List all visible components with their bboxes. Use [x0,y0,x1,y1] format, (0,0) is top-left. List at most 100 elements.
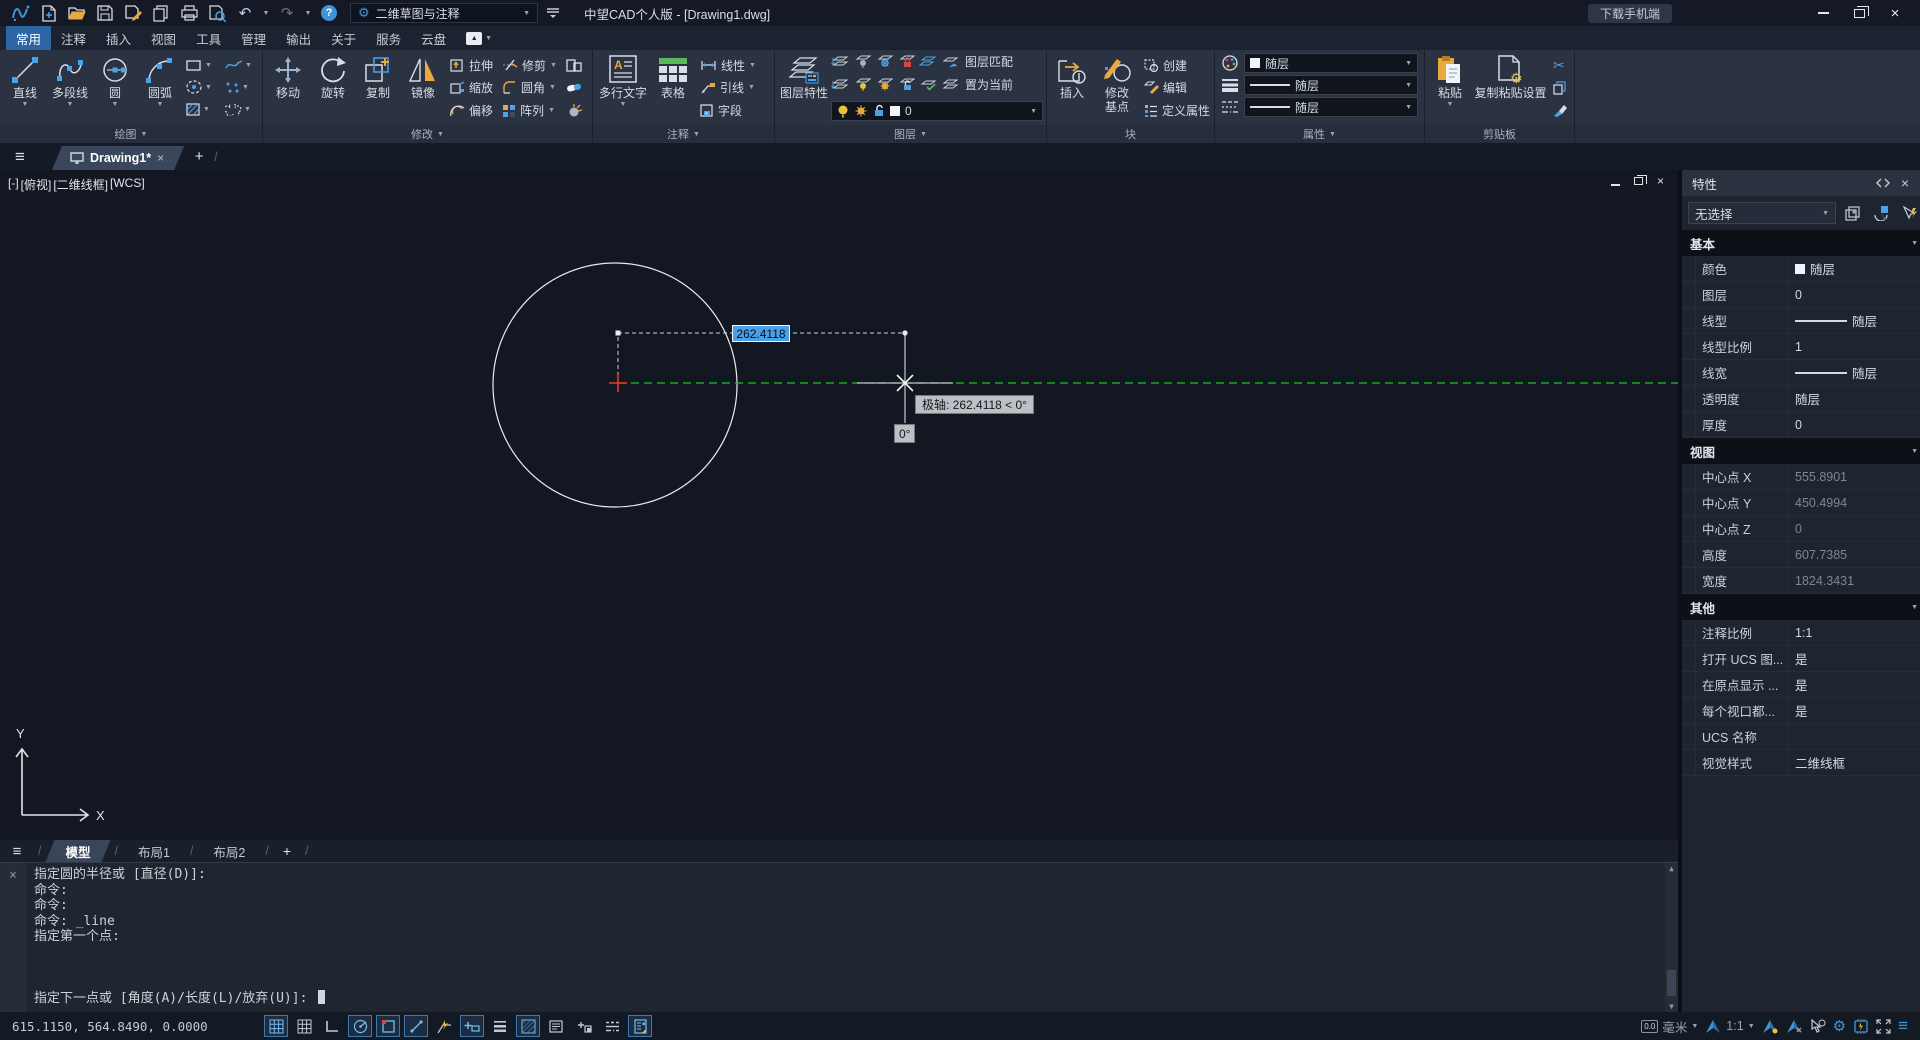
annotation-scale-control[interactable]: 1:1 ▼ [1705,1019,1754,1034]
dynamic-ucs-toggle[interactable] [432,1015,456,1037]
hardware-acceleration-icon[interactable] [1853,1019,1869,1034]
save-icon[interactable] [92,2,118,24]
selection-cycling-toggle[interactable] [572,1015,596,1037]
minimize-button[interactable] [1806,2,1840,24]
prop-row-center-y[interactable]: 中心点 Y450.4994 [1682,490,1920,516]
set-current-button[interactable]: 置为当前 [963,78,1015,92]
insert-block-button[interactable]: 插入 [1050,52,1094,123]
layer-freeze-icon[interactable] [875,55,894,68]
prop-row-center-x[interactable]: 中心点 X555.8901 [1682,464,1920,490]
lineweight-dropdown[interactable]: 随层 ▼ [1244,75,1418,95]
prop-row-ucs-icon-on[interactable]: 打开 UCS 图...是 [1682,646,1920,672]
new-file-icon[interactable] [36,2,62,24]
panel-close-icon[interactable]: × [1894,172,1916,194]
section-basic[interactable]: 基本▼ [1682,230,1920,256]
prop-row-visual-style[interactable]: 视觉样式二维线框 [1682,750,1920,776]
spline-button[interactable]: ▼ [222,54,259,76]
circle-button[interactable]: 圆▼ [93,52,137,123]
ribbon-collapse-control[interactable]: ▲ ▼ [466,26,492,50]
dynamic-dim-input[interactable]: 262.4118 [732,325,790,342]
add-layout-button[interactable]: + [273,843,301,859]
select-objects-icon[interactable] [1870,202,1892,224]
otrack-toggle[interactable] [404,1015,428,1037]
viewport-minimize-icon[interactable] [1611,184,1620,186]
annotation-visibility-icon[interactable] [1762,1019,1779,1034]
linear-dim-button[interactable]: 线性▼ [698,55,758,75]
model-canvas[interactable]: Y X [-] [俯视] [二维线框] [WCS] × 262.4118 极轴:… [0,170,1678,840]
format-painter-button[interactable] [1551,100,1569,120]
scale-button[interactable]: 缩放 [448,78,495,98]
layer-on-icon[interactable] [853,78,872,91]
doc-tab-drawing1[interactable]: Drawing1* × [52,146,184,170]
layer-thaw-icon[interactable] [875,78,894,91]
fullscreen-icon[interactable] [1876,1019,1891,1034]
hatch-button[interactable]: ▼ [183,99,220,121]
section-other[interactable]: 其他▼ [1682,594,1920,620]
dynamic-input-toggle[interactable] [460,1015,484,1037]
edit-block-button[interactable]: 编辑 [1142,78,1212,98]
tab-view[interactable]: 视图 [141,26,186,50]
layer-dropdown[interactable]: 0 ▼ [831,101,1043,121]
prop-row-ltscale[interactable]: 线型比例1 [1682,334,1920,360]
define-attr-button[interactable]: 定义属性 [1142,100,1212,120]
prop-row-center-z[interactable]: 中心点 Z0 [1682,516,1920,542]
align-button[interactable] [564,55,584,75]
group-label-clipboard[interactable]: 剪贴板 [1425,125,1574,143]
layer-off-icon[interactable] [853,55,872,68]
print-icon[interactable] [176,2,202,24]
quick-properties-toggle[interactable] [544,1015,568,1037]
command-history[interactable]: 指定圆的半径或 [直径(D)]: 命令: 命令: 命令: _line 指定第一个… [26,863,1665,1012]
viewport-ucs-control[interactable]: [WCS] [110,176,145,193]
snap-toggle[interactable] [264,1015,288,1037]
annotation-autoscale-icon[interactable] [1786,1019,1803,1034]
tab-output[interactable]: 输出 [276,26,321,50]
layer-unlock-icon[interactable] [897,78,916,91]
viewport-close-icon[interactable]: × [1657,174,1664,188]
section-view[interactable]: 视图▼ [1682,438,1920,464]
move-button[interactable]: 移动 [266,52,310,123]
field-button[interactable]: A字段 [698,100,758,120]
download-mobile-button[interactable]: 下载手机端 [1588,4,1672,23]
transparency-toggle[interactable] [516,1015,540,1037]
tab-annotate[interactable]: 注释 [51,26,96,50]
command-close-icon[interactable]: × [9,868,17,1012]
undo-icon[interactable]: ↶ [232,2,258,24]
tab-model[interactable]: 模型 [45,840,110,862]
layer-match-button[interactable]: 图层匹配 [963,54,1015,68]
redo-icon[interactable]: ↷ [274,2,300,24]
copy-clip-button[interactable] [1551,78,1569,98]
tab-manage[interactable]: 管理 [231,26,276,50]
linetype-dropdown[interactable]: 随层 ▼ [1244,97,1418,117]
preview-icon[interactable] [204,2,230,24]
revcloud-button[interactable]: ▼ [222,99,259,121]
array-button[interactable]: 阵列▼ [500,100,559,120]
rotate-button[interactable]: 旋转 [311,52,355,123]
group-label-properties[interactable]: 属性▼ [1215,125,1424,143]
linetype-display-toggle[interactable] [600,1015,624,1037]
layer-prev-icon[interactable] [919,55,938,68]
prop-row-ucs-origin[interactable]: 在原点显示 ...是 [1682,672,1920,698]
lineweight-toggle[interactable] [488,1015,512,1037]
workspace-selector[interactable]: ⚙ 二维草图与注释 ▼ [350,3,538,23]
prop-row-ucs-name[interactable]: UCS 名称 [1682,724,1920,750]
tab-services[interactable]: 服务 [366,26,411,50]
doc-tab-close-icon[interactable]: × [157,151,164,165]
leader-button[interactable]: 引线▼ [698,78,758,98]
layer-off-all-icon[interactable] [941,78,960,91]
layer-state-icon[interactable] [919,78,938,91]
prop-row-width[interactable]: 宽度1824.3431 [1682,568,1920,594]
arc-button[interactable]: 圆弧▼ [138,52,182,123]
group-label-draw[interactable]: 绘图▼ [0,125,262,143]
group-label-block[interactable]: 块 [1047,125,1214,143]
prop-row-annoscale[interactable]: 注释比例1:1 [1682,620,1920,646]
help-icon[interactable]: ? [316,2,342,24]
viewport-visual-style-control[interactable]: [二维线框] [53,176,108,193]
group-label-layers[interactable]: 图层▼ [775,125,1046,143]
layer-isolate-icon[interactable] [831,78,850,91]
tab-tools[interactable]: 工具 [186,26,231,50]
tab-about[interactable]: 关于 [321,26,366,50]
polyline-button[interactable]: 多段线▼ [48,52,92,123]
rectangle-button[interactable]: ▼ [183,54,220,76]
table-button[interactable]: 表格 [651,52,695,123]
prop-row-lineweight[interactable]: 线宽随层 [1682,360,1920,386]
